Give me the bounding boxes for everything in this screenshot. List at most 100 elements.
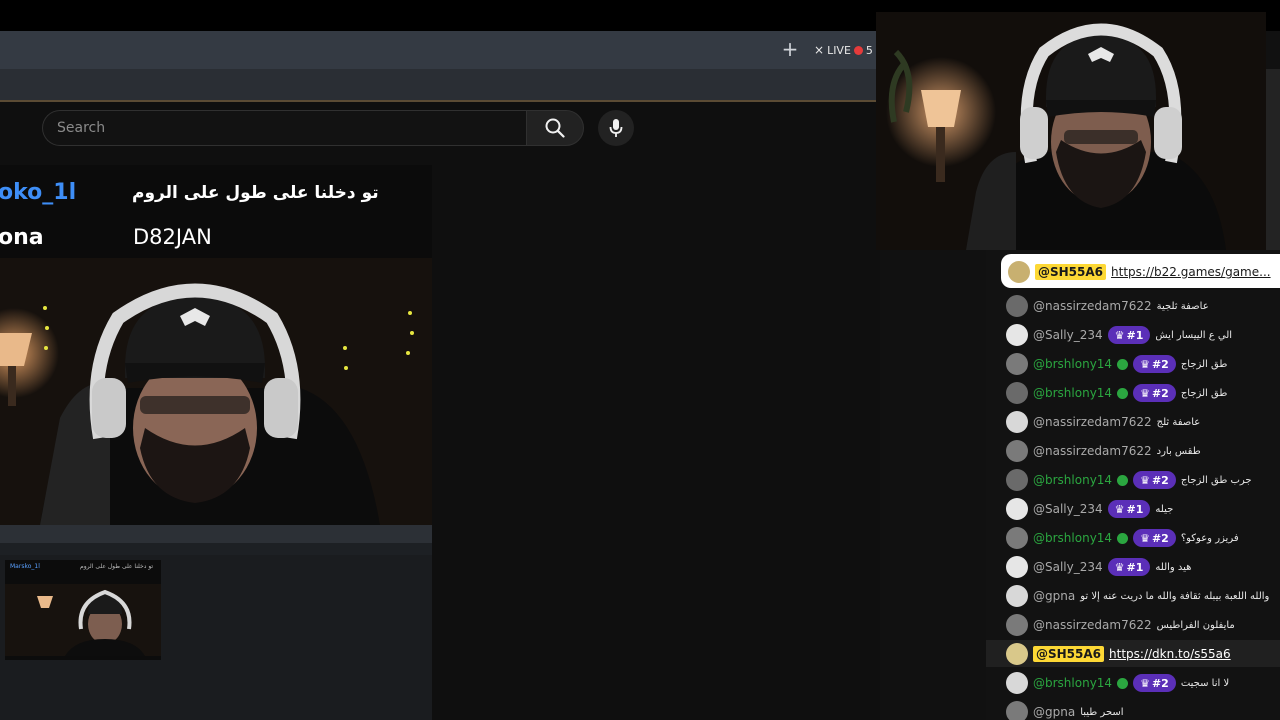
avatar	[1006, 498, 1028, 520]
chat-message[interactable]: @nassirzedam7622 طقس بارد	[1006, 438, 1201, 464]
crown-icon: ♛	[1140, 676, 1150, 690]
chat-username[interactable]: @gpna	[1033, 705, 1075, 719]
chat-link[interactable]: https://dkn.to/s55a6	[1109, 647, 1231, 661]
avatar	[1006, 469, 1028, 491]
rank-badge-label: #2	[1151, 357, 1169, 371]
chat-text: اسحر طيبا	[1080, 706, 1124, 718]
chat-text: الي ع الييسار ايش	[1155, 329, 1233, 341]
rank-badge-label: #1	[1126, 328, 1144, 342]
chat-message[interactable]: @SH55A6 https://dkn.to/s55a6	[1006, 641, 1231, 667]
chat-username[interactable]: @Sally_234	[1033, 502, 1103, 516]
screen: + × LIVE 5 Search oko_1l تو دخلنا على طو…	[0, 0, 1280, 720]
avatar	[1006, 614, 1028, 636]
chat-username[interactable]: @SH55A6	[1033, 646, 1105, 662]
chat-message[interactable]: @Sally_234 ♛ #1 هيد والله	[1006, 554, 1191, 580]
mini-video	[5, 584, 161, 656]
pinned-link[interactable]: https://b22.games/game...	[1111, 265, 1271, 279]
new-tab-button[interactable]: +	[778, 37, 802, 61]
chat-username[interactable]: @brshlony14	[1033, 386, 1112, 400]
webcam-streamer-image	[876, 12, 1266, 250]
chat-text: مايفلون الفراطيس	[1156, 619, 1235, 631]
chat-message[interactable]: @nassirzedam7622 عاصفة ثلج	[1006, 409, 1200, 435]
rank-badge-label: #2	[1151, 531, 1169, 545]
chat-username[interactable]: @brshlony14	[1033, 676, 1112, 690]
chat-text: لا انا سجيت	[1180, 677, 1230, 689]
mini-overlay-message: تو دخلنا على طول على الروم	[80, 563, 154, 570]
rank-badge: ♛ #2	[1133, 384, 1176, 402]
avatar	[1006, 643, 1028, 665]
live-tab-label: LIVE	[827, 43, 851, 57]
browser-tab-strip	[0, 31, 880, 69]
chat-username[interactable]: @Sally_234	[1033, 560, 1103, 574]
chat-username[interactable]: @brshlony14	[1033, 473, 1112, 487]
avatar	[1006, 556, 1028, 578]
avatar	[1006, 527, 1028, 549]
crown-icon: ♛	[1140, 473, 1150, 487]
microphone-icon	[609, 119, 623, 137]
member-badge-icon	[1117, 474, 1129, 486]
crown-icon: ♛	[1140, 531, 1150, 545]
search-button[interactable]	[526, 110, 584, 146]
crown-icon: ♛	[1114, 502, 1125, 516]
video-chat-overlay	[0, 165, 432, 258]
chat-message[interactable]: @gpna والله اللعبة بيبله ثقافة والله ما د…	[1006, 583, 1269, 609]
crown-icon: ♛	[1114, 560, 1125, 574]
embedded-address-bar	[0, 543, 432, 555]
embedded-tab-strip	[0, 525, 432, 543]
chat-message[interactable]: @Sally_234 ♛ #1 جيله	[1006, 496, 1173, 522]
chat-text: جيله	[1155, 503, 1174, 515]
rank-badge-label: #1	[1126, 560, 1144, 574]
pinned-row[interactable]: @SH55A6 https://b22.games/game...	[1008, 259, 1271, 285]
search-icon	[545, 118, 565, 138]
live-tab[interactable]: × LIVE 5	[814, 41, 873, 59]
chat-username[interactable]: @Sally_234	[1033, 328, 1103, 342]
chat-message[interactable]: @nassirzedam7622 مايفلون الفراطيس	[1006, 612, 1235, 638]
chat-username[interactable]: @brshlony14	[1033, 531, 1112, 545]
chat-message[interactable]: @brshlony14 ♛ #2 فريزر وعوكو؟	[1006, 525, 1239, 551]
crown-icon: ♛	[1140, 357, 1150, 371]
overlay-username-1: oko_1l	[0, 180, 77, 205]
chat-message[interactable]: @gpna اسحر طيبا	[1006, 699, 1124, 720]
crown-icon: ♛	[1140, 386, 1150, 400]
crown-icon: ♛	[1114, 328, 1125, 342]
mini-streamer-image	[5, 584, 161, 656]
chat-text: هيد والله	[1155, 561, 1192, 573]
chat-message[interactable]: @brshlony14 ♛ #2 جرب طق الزجاج	[1006, 467, 1252, 493]
chat-username[interactable]: @nassirzedam7622	[1033, 618, 1152, 632]
rank-badge-label: #2	[1151, 386, 1169, 400]
chat-username[interactable]: @nassirzedam7622	[1033, 444, 1152, 458]
chat-text: والله اللعبة بيبله ثقافة والله ما دريت ع…	[1080, 590, 1270, 602]
chat-message[interactable]: @Sally_234 ♛ #1 الي ع الييسار ايش	[1006, 322, 1232, 348]
partial-window-edge	[1266, 69, 1280, 250]
overlay-message-1: تو دخلنا على طول على الروم	[132, 183, 379, 203]
video-player[interactable]	[0, 258, 432, 525]
chat-text: طق الزجاج	[1180, 358, 1228, 370]
rank-badge: ♛ #2	[1133, 471, 1176, 489]
streamer-video-image	[0, 258, 432, 525]
chat-message[interactable]: @brshlony14 ♛ #2 لا انا سجيت	[1006, 670, 1229, 696]
rank-badge: ♛ #2	[1133, 355, 1176, 373]
voice-search-button[interactable]	[598, 110, 634, 146]
avatar	[1006, 324, 1028, 346]
avatar	[1006, 353, 1028, 375]
avatar	[1006, 672, 1028, 694]
chat-username[interactable]: @brshlony14	[1033, 357, 1112, 371]
chat-message[interactable]: @brshlony14 ♛ #2 طق الزجاج	[1006, 380, 1227, 406]
close-tab-icon[interactable]: ×	[814, 43, 824, 57]
chat-text: عاصفة ثلج	[1156, 416, 1201, 428]
rank-badge: ♛ #1	[1107, 500, 1151, 518]
chat-username[interactable]: @nassirzedam7622	[1033, 299, 1152, 313]
chat-message[interactable]: @nassirzedam7622 عاصفة ثلجية	[1006, 293, 1209, 319]
avatar	[1006, 701, 1028, 720]
avatar	[1006, 411, 1028, 433]
avatar	[1006, 382, 1028, 404]
chat-username[interactable]: @gpna	[1033, 589, 1075, 603]
avatar	[1006, 585, 1028, 607]
pinned-username[interactable]: @SH55A6	[1035, 264, 1107, 280]
chat-username[interactable]: @nassirzedam7622	[1033, 415, 1152, 429]
search-input[interactable]: Search	[42, 110, 526, 146]
address-bar[interactable]	[0, 69, 880, 101]
member-badge-icon	[1117, 532, 1129, 544]
chat-message[interactable]: @brshlony14 ♛ #2 طق الزجاج	[1006, 351, 1227, 377]
avatar	[1006, 440, 1028, 462]
